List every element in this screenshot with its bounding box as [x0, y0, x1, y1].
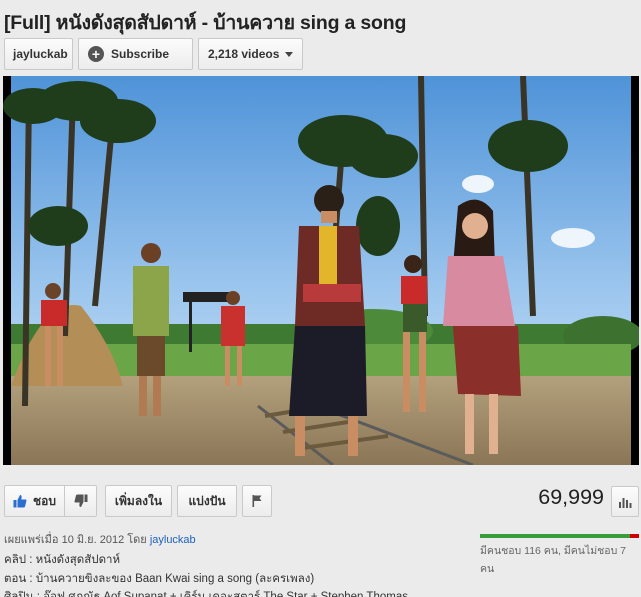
- publish-info: เผยแพร่เมื่อ 10 มิ.ย. 2012 โดย jayluckab: [4, 530, 196, 548]
- channel-name-button[interactable]: jayluckab: [4, 38, 73, 70]
- description-line: คลิป : หนังดังสุดสัปดาห์: [4, 554, 121, 566]
- description-line: ตอน : บ้านควายขิงละของ Baan Kwai sing a …: [4, 572, 315, 585]
- publish-prefix: เผยแพร่เมื่อ 10 มิ.ย. 2012 โดย: [4, 534, 150, 546]
- thumbs-down-icon: [74, 494, 87, 507]
- video-frame-image: [3, 76, 639, 465]
- likes-summary: มีคนชอบ 116 คน, มีคนไม่ชอบ 7 คน: [480, 545, 627, 575]
- flag-button[interactable]: [242, 485, 272, 517]
- share-button[interactable]: แบ่งปัน: [177, 485, 237, 517]
- plus-icon: +: [88, 46, 104, 62]
- subscribe-button[interactable]: + Subscribe: [78, 38, 193, 70]
- caret-down-icon: [285, 51, 294, 57]
- add-to-button[interactable]: เพิ่มลงใน: [105, 485, 172, 517]
- like-ratio-bar: [480, 534, 639, 538]
- stats-icon: [619, 497, 632, 508]
- thumbs-up-icon: [13, 495, 27, 508]
- videos-count-label: 2,218 videos: [208, 47, 280, 61]
- videos-count-button[interactable]: 2,218 videos: [198, 38, 303, 70]
- video-description: คลิป : หนังดังสุดสัปดาห์ ตอน : บ้านควายข…: [4, 551, 469, 597]
- video-title: [Full] หนังดังสุดสัปดาห์ - บ้านควาย sing…: [4, 12, 407, 34]
- author-link[interactable]: jayluckab: [150, 534, 196, 546]
- like-dislike-group: ชอบ: [4, 485, 97, 517]
- video-player[interactable]: [3, 76, 639, 465]
- description-line: ศิลปิน : อ๊อฟ ศุภณัฐ Aof Supanat + เคิร์…: [4, 591, 408, 597]
- stats-button[interactable]: [611, 486, 639, 517]
- flag-icon: [252, 495, 262, 507]
- action-bar: ชอบ เพิ่มลงใน แบ่งปัน: [4, 485, 272, 517]
- view-count: 69,999: [538, 485, 604, 509]
- dislike-button[interactable]: [65, 485, 97, 517]
- like-button[interactable]: ชอบ: [4, 485, 65, 517]
- like-ratio-fill: [480, 534, 630, 538]
- subscribe-label: Subscribe: [111, 47, 170, 61]
- like-label: ชอบ: [33, 493, 56, 508]
- channel-bar: jayluckab + Subscribe 2,218 videos: [4, 38, 303, 70]
